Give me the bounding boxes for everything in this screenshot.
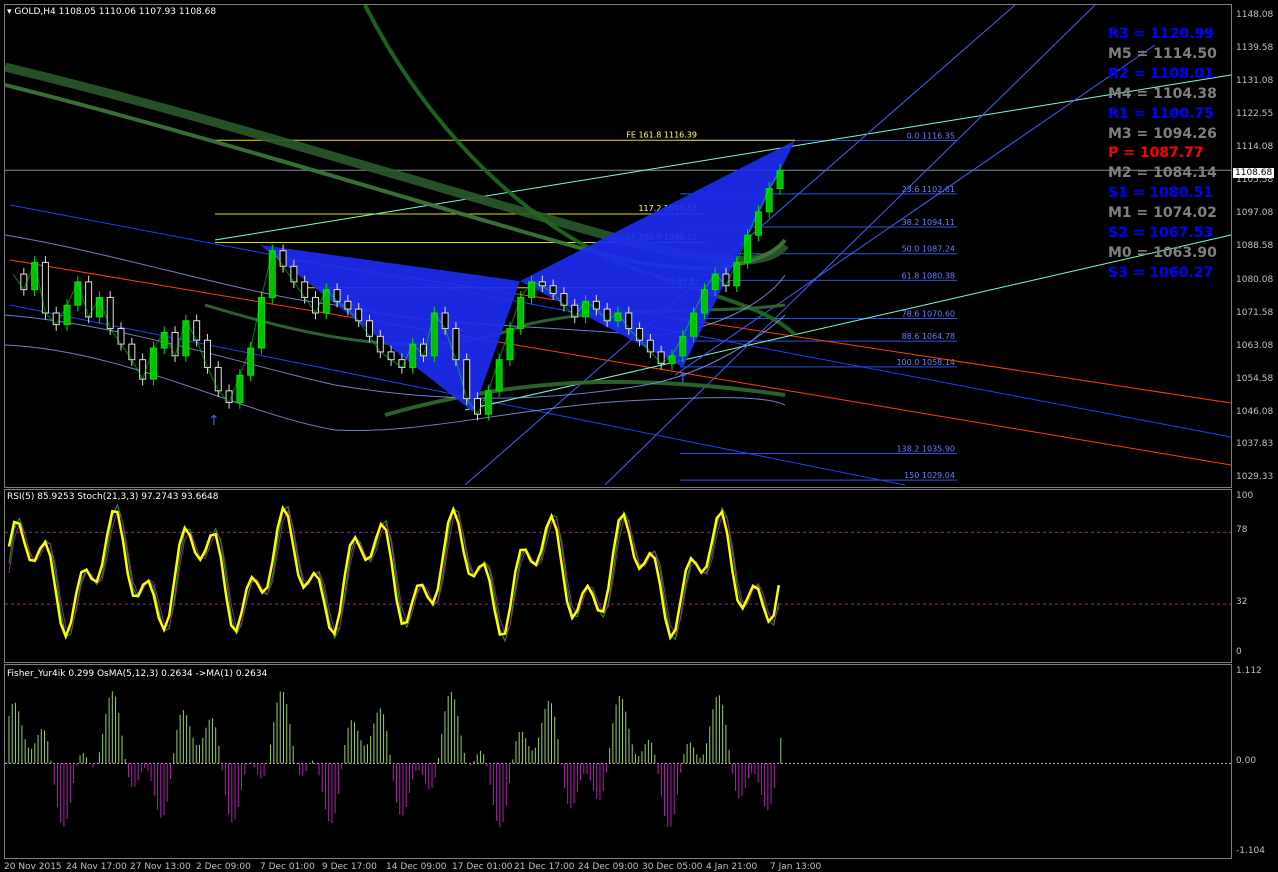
symbol-header: ▾ GOLD,H4 1108.05 1110.06 1107.93 1108.6…	[7, 7, 216, 17]
fib-level-label: 61.8 1080.38	[902, 271, 955, 280]
time-tick-label: 17 Dec 01:00	[452, 862, 513, 872]
time-tick-label: 27 Nov 13:00	[130, 862, 191, 872]
time-tick-label: 24 Dec 09:00	[578, 862, 639, 872]
price-tick-label: 1148.08	[1236, 10, 1274, 20]
time-tick-label: 7 Jan 13:00	[770, 862, 822, 872]
fisher-tick-label: -1.104	[1236, 846, 1266, 856]
rsi-tick-label: 32	[1236, 597, 1248, 608]
fisher-canvas[interactable]	[5, 599, 1231, 858]
time-tick-label: 24 Nov 17:00	[66, 862, 127, 872]
fib-level-label: 150 1029.04	[904, 471, 955, 480]
pivot-level-label: M4 = 1104.38	[1108, 85, 1217, 102]
fisher-tick-label: 1.112	[1236, 666, 1262, 676]
fisher-osma-pane[interactable]: Fisher_Yur4ik 0.299 OsMA(5,12,3) 0.2634 …	[4, 599, 1232, 859]
time-tick-label: 21 Dec 17:00	[514, 862, 575, 872]
price-tick-label: 1054.58	[1236, 373, 1274, 384]
rsi-tick-label: 100	[1236, 491, 1254, 501]
time-tick-label: 14 Dec 09:00	[386, 862, 447, 872]
pivot-level-label: S3 = 1060.27	[1108, 264, 1214, 281]
price-tick-label: 1046.08	[1236, 406, 1274, 417]
fisher-axis: 1.112 0.00 -1.104	[1232, 664, 1278, 859]
pivot-level-label: R1 = 1100.75	[1108, 105, 1214, 122]
pivot-level-label: M3 = 1094.26	[1108, 125, 1217, 142]
fib-level-label: 50.0 1087.24	[902, 245, 955, 254]
pivot-level-label: M1 = 1074.02	[1108, 205, 1217, 222]
rsi-axis: 100 78 32 0	[1232, 489, 1278, 663]
price-chart-pane[interactable]: 0.0 1116.35 23.6 1102.61 38.2 1094.11 50.0 …	[3, 4, 1232, 488]
time-tick-label: 4 Jan 21:00	[706, 862, 758, 872]
ohlc-values: 1108.05 1110.06 1107.93 1108.68	[58, 7, 217, 17]
rsi-tick-label: 0	[1236, 647, 1242, 657]
price-tick-label: 1029.33	[1236, 472, 1274, 482]
price-tick-label: 1080.08	[1236, 274, 1274, 285]
fib-level-label: 138.2 1035.90	[896, 444, 955, 453]
price-tick-label: 1114.08	[1236, 142, 1274, 153]
pivot-level-label: S2 = 1067.53	[1108, 225, 1214, 241]
rsi-header: RSI(5) 85.9253 Stoch(21,3,3) 97.2743 93.…	[7, 492, 219, 502]
price-tick-label: 1097.08	[1236, 208, 1274, 219]
fisher-header: Fisher_Yur4ik 0.299 OsMA(5,12,3) 0.2634 …	[7, 669, 268, 679]
fib-level-label: 88.6 1064.78	[902, 332, 955, 341]
time-tick-label: 9 Dec 17:00	[322, 862, 377, 872]
pivot-level-label: M5 = 1114.50	[1108, 45, 1217, 62]
time-tick-label: 30 Dec 05:00	[642, 862, 703, 872]
price-tick-label: 1088.58	[1236, 241, 1274, 252]
price-tick-label: 1037.83	[1236, 438, 1274, 449]
rsi-line	[7, 505, 781, 641]
price-axis[interactable]: 1148.08 1139.58 1131.08 1122.55 1114.08 1105.…	[1232, 4, 1278, 488]
time-tick-label: 7 Dec 01:00	[260, 862, 315, 872]
symbol-label: GOLD,H4	[14, 7, 56, 17]
fisher-tick-label: 0.00	[1236, 756, 1257, 767]
pivot-level-label: P = 1087.77	[1108, 145, 1204, 162]
fractal-up-arrow: ↑	[677, 371, 689, 387]
pivot-level-label: M2 = 1084.14	[1108, 165, 1217, 182]
dropdown-triangle-icon[interactable]: ▾	[7, 7, 12, 17]
price-tick-label: 1063.08	[1236, 340, 1274, 351]
fib-level-label: 0.0 1116.35	[907, 131, 955, 140]
pivot-level-label: S1 = 1080.51	[1108, 185, 1214, 202]
rsi-tick-label: 78	[1236, 525, 1248, 536]
fib-level-label: 38.2 1094.11	[902, 218, 955, 227]
rsi-stoch-pane[interactable]: RSI(5) 85.9253 Stoch(21,3,3) 97.2743 93.…	[4, 489, 1232, 663]
fe-level-label: FE 161.8 1116.39	[626, 130, 697, 139]
price-tick-label: 1131.08	[1236, 76, 1274, 87]
pivot-level-label: R3 = 1120.99	[1108, 26, 1214, 42]
fractal-up-arrow: ↑	[208, 413, 220, 429]
pivot-level-label: M0 = 1063.90	[1108, 244, 1217, 261]
price-tick-label: 1139.58	[1236, 43, 1274, 54]
rsi-canvas[interactable]	[5, 490, 1231, 662]
current-price-marker: 1108.68	[1233, 168, 1275, 178]
pivot-level-label: R2 = 1108.01	[1108, 65, 1214, 82]
time-tick-label: 20 Nov 2015	[4, 862, 62, 872]
price-tick-label: 1122.55	[1236, 109, 1274, 120]
price-chart-canvas[interactable]: 0.0 1116.3523.6 1102.6138.2 1094.1150.0 …	[3, 4, 1232, 487]
fib-level-label: 78.6 1070.60	[902, 309, 955, 318]
price-tick-label: 1071.58	[1236, 307, 1274, 318]
time-tick-label: 2 Dec 09:00	[196, 862, 251, 872]
